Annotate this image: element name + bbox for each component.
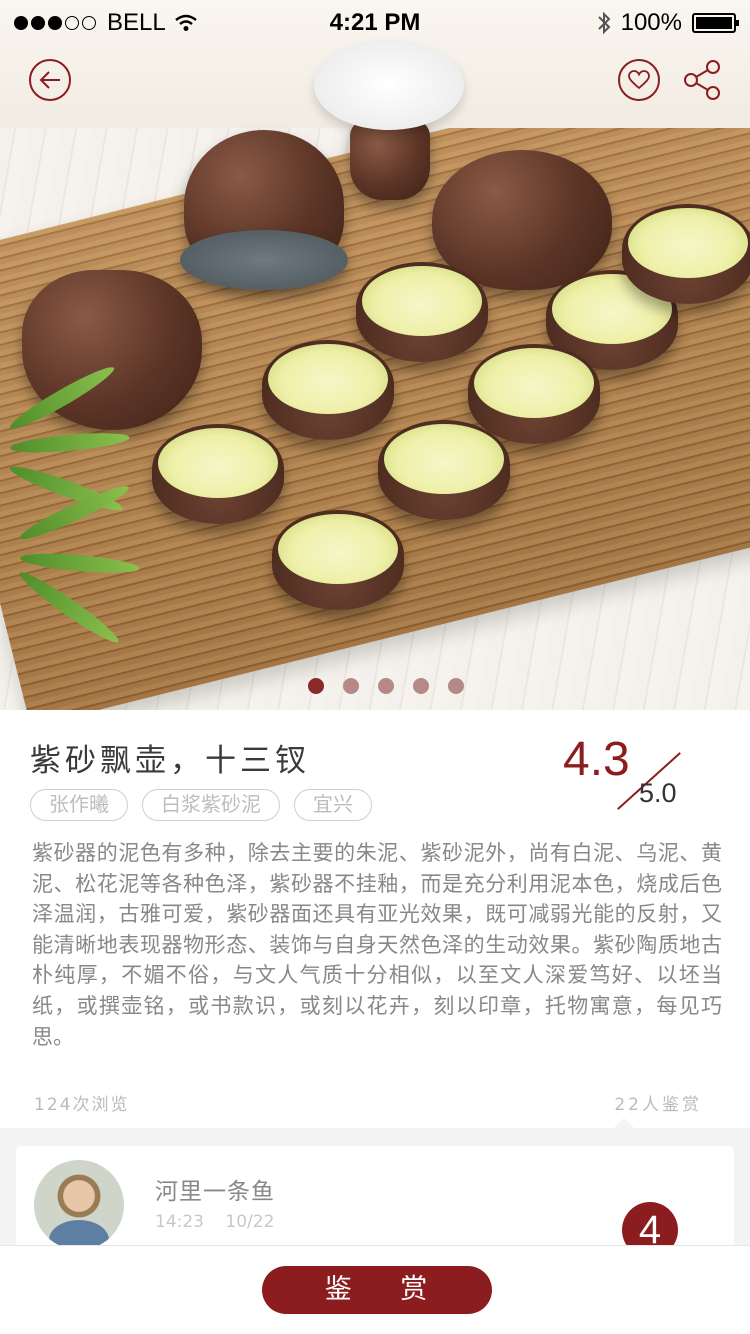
tea-cup	[356, 262, 488, 362]
tag-item[interactable]: 宜兴	[294, 789, 372, 821]
view-count: 124次浏览	[34, 1095, 130, 1115]
tea-cup	[262, 340, 394, 440]
hero-image[interactable]	[0, 0, 750, 710]
appraise-button[interactable]: 鉴 赏	[262, 1266, 492, 1314]
back-button[interactable]	[29, 59, 71, 101]
comment-time: 14:23	[155, 1212, 204, 1232]
tea-cup	[468, 344, 600, 444]
tea-cup	[378, 420, 510, 520]
bluetooth-icon	[597, 11, 611, 35]
pager-dot[interactable]	[378, 678, 394, 694]
heart-icon	[628, 70, 650, 90]
arrow-left-icon	[39, 71, 60, 89]
appraiser-count[interactable]: 22人鉴赏	[614, 1090, 702, 1115]
rating-score: 4.3 5.0	[563, 732, 693, 812]
product-title: 紫砂飘壶，十三钗	[30, 743, 310, 779]
tea-cup	[272, 510, 404, 610]
tag-item[interactable]: 张作曦	[30, 789, 128, 821]
share-button[interactable]	[682, 58, 724, 102]
tag-item[interactable]: 白浆紫砂泥	[142, 789, 280, 821]
pager-dot[interactable]	[413, 678, 429, 694]
comment-timestamp: 14:23 10/22	[155, 1212, 274, 1232]
rating-value: 4.3	[563, 733, 630, 786]
comments-pointer	[614, 1118, 634, 1128]
status-bar: BELL 4:21 PM 100%	[0, 0, 750, 44]
tea-cup	[622, 204, 750, 304]
comment-user-name: 河里一条鱼	[155, 1179, 275, 1205]
avatar[interactable]	[34, 1160, 124, 1250]
gaiwan-saucer	[180, 230, 348, 290]
pager-dot[interactable]	[343, 678, 359, 694]
share-icon	[684, 60, 720, 100]
tag-list: 张作曦 白浆紫砂泥 宜兴	[30, 789, 372, 821]
favorite-button[interactable]	[618, 59, 660, 101]
rating-max: 5.0	[639, 778, 677, 808]
battery-icon	[692, 13, 739, 33]
strainer	[314, 40, 464, 130]
battery-percentage: 100%	[620, 9, 682, 36]
strainer-stand	[350, 120, 430, 200]
pager-dot[interactable]	[308, 678, 324, 694]
comment-date: 10/22	[225, 1212, 275, 1232]
pager-dot[interactable]	[448, 678, 464, 694]
product-description: 紫砂器的泥色有多种，除去主要的朱泥、紫砂泥外，尚有白泥、乌泥、黄泥、松花泥等各种…	[32, 841, 722, 1049]
carousel-pager[interactable]	[308, 678, 464, 694]
bamboo-leaves	[0, 361, 230, 649]
